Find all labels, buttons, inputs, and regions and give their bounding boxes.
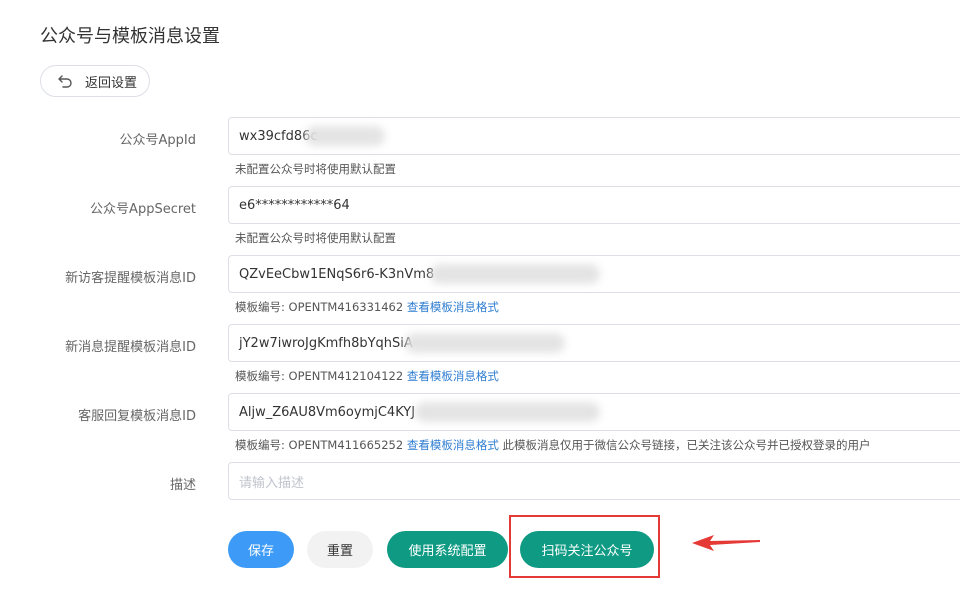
description-input[interactable]: 请输入描述 [228, 462, 960, 500]
redaction-blur [415, 402, 600, 422]
template-number: 模板编号: OPENTM412104122 [235, 369, 404, 383]
appsecret-value: e6************64 [239, 197, 350, 213]
back-button-label: 返回设置 [85, 75, 138, 91]
description-label: 描述 [169, 478, 196, 493]
template-note: 此模板消息仅用于微信公众号链接，已关注该公众号并已授权登录的用户 [502, 438, 871, 452]
view-template-format-link[interactable]: 查看模板消息格式 [407, 300, 499, 314]
appsecret-label: 公众号AppSecret [90, 202, 196, 217]
reply-template-helper: 模板编号: OPENTM411665252 查看模板消息格式 此模板消息仅用于微… [235, 437, 871, 453]
template-number: 模板编号: OPENTM411665252 [235, 438, 404, 452]
highlight-box [509, 515, 660, 578]
message-template-value: jY2w7iwroJgKmfh8bYqhSiA [239, 335, 413, 351]
redaction-blur [305, 126, 385, 146]
message-template-helper: 模板编号: OPENTM412104122 查看模板消息格式 [235, 368, 499, 384]
view-template-format-link[interactable]: 查看模板消息格式 [407, 438, 499, 452]
reply-template-label: 客服回复模板消息ID [78, 409, 196, 424]
reset-button[interactable]: 重置 [307, 531, 373, 568]
appsecret-helper: 未配置公众号时将使用默认配置 [235, 231, 396, 245]
appsecret-input[interactable]: e6************64 [228, 186, 960, 224]
visitor-template-value: QZvEeCbw1ENqS6r6-K3nVm8 [239, 266, 435, 282]
save-button[interactable]: 保存 [228, 531, 294, 568]
appid-label: 公众号AppId [119, 133, 196, 148]
page-title: 公众号与模板消息设置 [40, 26, 220, 47]
redaction-blur [430, 264, 600, 284]
undo-arrow-icon [57, 73, 73, 89]
redaction-blur [405, 333, 565, 353]
message-template-input[interactable]: jY2w7iwroJgKmfh8bYqhSiA [228, 324, 960, 362]
visitor-template-helper: 模板编号: OPENTM416331462 查看模板消息格式 [235, 299, 499, 315]
appid-helper: 未配置公众号时将使用默认配置 [235, 162, 396, 176]
view-template-format-link[interactable]: 查看模板消息格式 [407, 369, 499, 383]
pointer-arrow-icon [692, 535, 760, 551]
use-system-config-button[interactable]: 使用系统配置 [387, 531, 508, 568]
visitor-template-label: 新访客提醒模板消息ID [65, 271, 196, 286]
message-template-label: 新消息提醒模板消息ID [65, 340, 196, 355]
reply-template-value: Aljw_Z6AU8Vm6oymjC4KYJ [239, 404, 416, 420]
description-placeholder: 请输入描述 [239, 475, 305, 491]
back-button[interactable]: 返回设置 [40, 65, 150, 97]
template-number: 模板编号: OPENTM416331462 [235, 300, 404, 314]
